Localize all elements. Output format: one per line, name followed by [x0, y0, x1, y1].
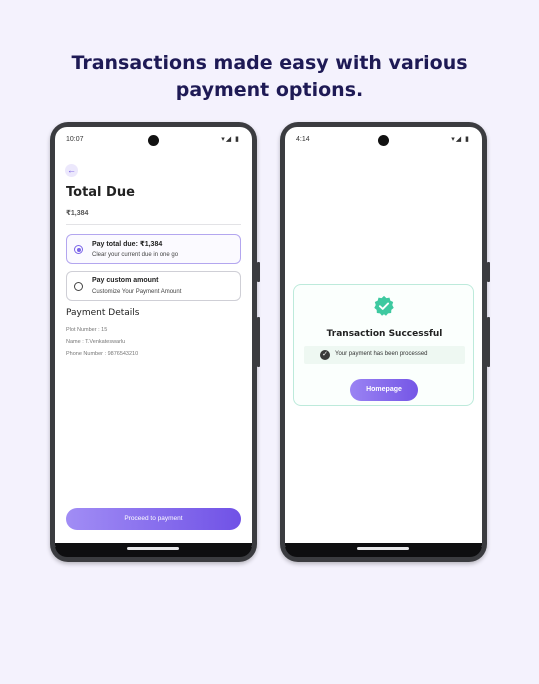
success-screen: 4:14 ▾◢ ▮ Transaction Successful ✓ Your … [285, 127, 482, 547]
payment-screen: 10:07 ▾◢ ▮ ← Total Due ₹1,384 Pay total … [55, 127, 252, 547]
success-card: Transaction Successful ✓ Your payment ha… [293, 284, 474, 406]
home-indicator[interactable] [127, 547, 179, 550]
home-indicator[interactable] [357, 547, 409, 550]
homepage-button[interactable]: Homepage [350, 379, 418, 401]
option-pay-custom[interactable]: Pay custom amount Customize Your Payment… [66, 271, 241, 301]
phone-side-button [257, 262, 260, 282]
radio-button[interactable] [74, 282, 83, 291]
total-amount: ₹1,384 [66, 210, 89, 217]
option-title: Pay custom amount [92, 277, 159, 284]
status-icons: ▾◢ ▮ [451, 136, 470, 143]
radio-button-selected[interactable] [74, 245, 83, 254]
detail-phone-number: Phone Number : 9876543210 [66, 351, 139, 357]
divider [66, 224, 241, 225]
success-title: Transaction Successful [326, 329, 443, 339]
option-subtitle: Customize Your Payment Amount [92, 289, 182, 295]
phone-mockup-right: 4:14 ▾◢ ▮ Transaction Successful ✓ Your … [280, 122, 490, 562]
detail-plot-number: Plot Number : 15 [66, 327, 108, 333]
phone-side-button [487, 262, 490, 282]
camera-icon [148, 135, 159, 146]
payment-details-heading: Payment Details [66, 308, 140, 318]
check-circle-icon: ✓ [320, 350, 330, 360]
status-time: 10:07 [66, 136, 84, 143]
phone-mockup-left: 10:07 ▾◢ ▮ ← Total Due ₹1,384 Pay total … [50, 122, 260, 562]
phone-volume-button [487, 317, 490, 367]
success-message-box: ✓ Your payment has been processed [304, 346, 465, 364]
status-time: 4:14 [296, 136, 310, 143]
status-icons: ▾◢ ▮ [221, 136, 240, 143]
phone-volume-button [257, 317, 260, 367]
verified-check-icon [374, 295, 394, 316]
option-subtitle: Clear your current due in one go [92, 252, 179, 258]
option-pay-total[interactable]: Pay total due: ₹1,384 Clear your current… [66, 234, 241, 264]
proceed-to-payment-button[interactable]: Proceed to payment [66, 508, 241, 530]
page-title: Total Due [66, 185, 135, 200]
detail-name: Name : T.Venkateswarlu [66, 339, 126, 345]
navigation-bar [55, 543, 252, 557]
headline: Transactions made easy with various paym… [0, 50, 539, 104]
navigation-bar [285, 543, 482, 557]
headline-line-1: Transactions made easy with various [71, 52, 468, 74]
headline-line-2: payment options. [175, 79, 364, 101]
back-arrow-icon[interactable]: ← [65, 164, 78, 177]
success-message: Your payment has been processed [335, 351, 428, 357]
option-title: Pay total due: ₹1,384 [92, 241, 163, 248]
camera-icon [378, 135, 389, 146]
